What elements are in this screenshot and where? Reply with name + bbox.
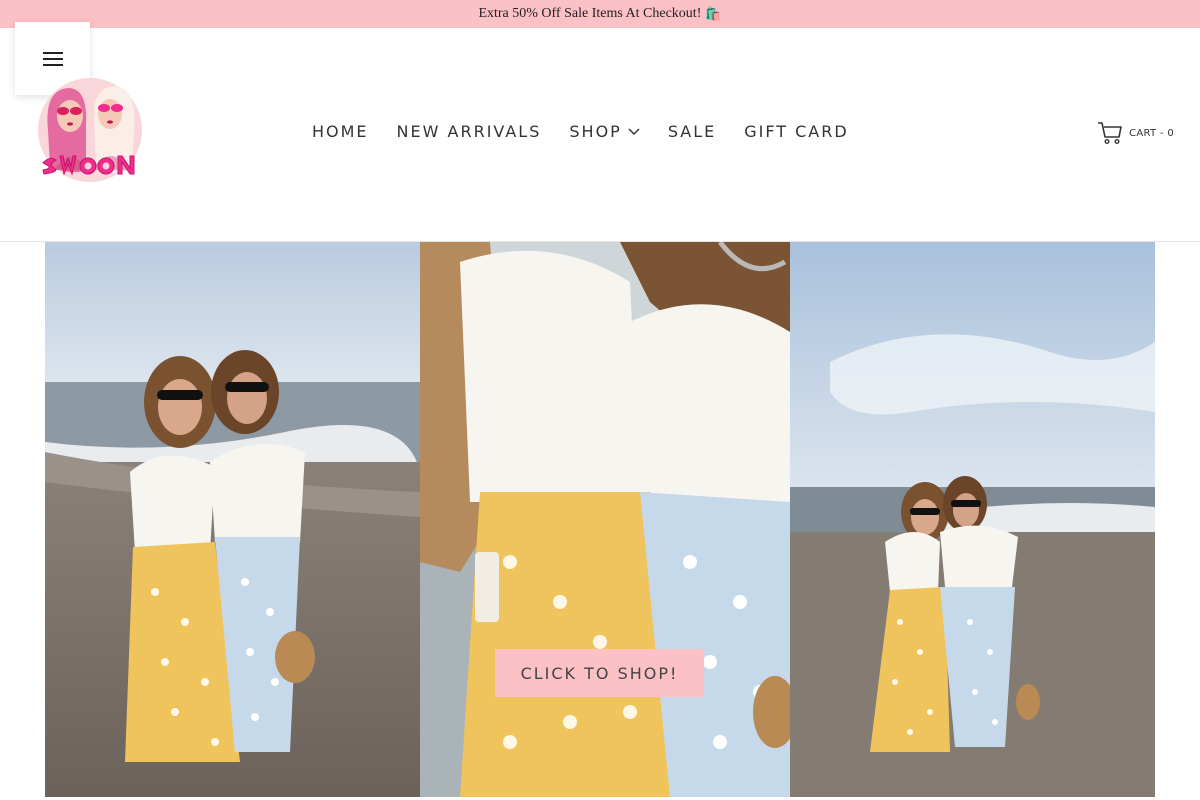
nav-new-arrivals[interactable]: NEW ARRIVALS bbox=[397, 122, 542, 141]
shop-cta-label: CLICK TO SHOP! bbox=[520, 663, 679, 683]
cart-icon bbox=[1098, 122, 1122, 145]
beach-photo-closeup bbox=[420, 242, 790, 797]
main-nav: HOME NEW ARRIVALS SHOP SALE GIFT CARD bbox=[312, 122, 877, 141]
nav-gift-card[interactable]: GIFT CARD bbox=[744, 122, 848, 141]
shopping-bags-icon: 🛍️ bbox=[705, 6, 722, 21]
cart-label: CART - 0 bbox=[1129, 127, 1174, 139]
announcement-text: Extra 50% Off Sale Items At Checkout! bbox=[478, 6, 702, 21]
nav-shop[interactable]: SHOP bbox=[569, 122, 640, 141]
cart-link[interactable]: CART - 0 bbox=[1097, 121, 1174, 145]
nav-home[interactable]: HOME bbox=[312, 122, 369, 141]
nav-shop-label: SHOP bbox=[569, 122, 622, 141]
hero-banner[interactable] bbox=[45, 242, 1155, 797]
nav-sale-label: SALE bbox=[667, 122, 717, 141]
nav-sale[interactable]: SALE bbox=[668, 122, 716, 141]
chevron-down-icon bbox=[628, 127, 640, 135]
beach-photo-wide bbox=[45, 242, 420, 797]
announcement-bar: Extra 50% Off Sale Items At Checkout! 🛍️ bbox=[0, 0, 1200, 28]
nav-home-label: HOME bbox=[312, 122, 369, 141]
swoon-logo[interactable] bbox=[30, 70, 150, 190]
shop-cta-button[interactable]: CLICK TO SHOP! bbox=[495, 649, 704, 697]
nav-gift-card-label: GIFT CARD bbox=[744, 122, 849, 141]
beach-photo-far bbox=[790, 242, 1155, 797]
hamburger-menu-icon bbox=[42, 51, 63, 66]
nav-new-arrivals-label: NEW ARRIVALS bbox=[396, 122, 542, 141]
